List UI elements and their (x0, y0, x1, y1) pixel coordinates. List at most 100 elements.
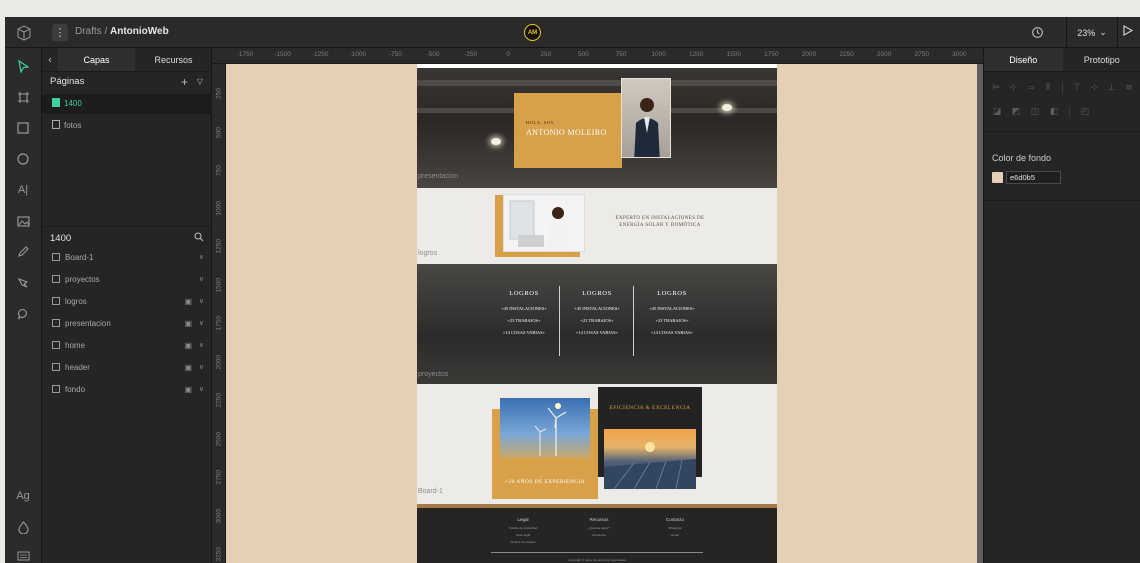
layer-header[interactable]: header ▣ ∨ (42, 357, 212, 379)
move-icon[interactable] (13, 56, 33, 76)
worker-photo[interactable] (503, 194, 585, 252)
text-icon[interactable]: A| (13, 180, 33, 200)
frame-label-board-1[interactable]: Board-1 (418, 488, 443, 495)
color-icon[interactable] (13, 517, 33, 537)
ellipse-icon[interactable] (13, 149, 33, 169)
chevron-down-icon[interactable]: ∨ (199, 357, 204, 379)
chevron-down-icon[interactable]: ∨ (199, 379, 204, 401)
align-top-icon[interactable]: ⊤ (1071, 81, 1083, 95)
cube-logo-icon[interactable] (5, 17, 42, 48)
align-bottom-icon[interactable]: ⊥ (1105, 81, 1117, 95)
align-hcenter-icon[interactable]: ⊹ (1007, 81, 1019, 95)
align-right-icon[interactable]: ⫤ (1025, 81, 1037, 95)
stats-section[interactable]: LOGROS +45 INSTALACIONES+ +23 TRABAJOS+ … (417, 264, 777, 384)
plus-icon[interactable]: + (181, 72, 188, 92)
lock-icon[interactable]: ▣ (184, 335, 192, 357)
tab-recursos[interactable]: Recursos (135, 48, 212, 71)
tab-prototipo[interactable]: Prototipo (1063, 48, 1140, 71)
avatar[interactable]: AM (524, 24, 541, 41)
layer-label: home (65, 341, 86, 350)
header-section[interactable]: HOLA, SOY ANTONIO MOLEIRO (417, 68, 777, 188)
chevron-down-icon[interactable]: ∨ (199, 291, 204, 313)
ruler-tick: 1000 (651, 51, 666, 58)
layer-proyectos[interactable]: proyectos ∨ (42, 269, 212, 291)
bg-color-input[interactable]: e6d0b5 (1006, 171, 1061, 184)
layer-fondo[interactable]: fondo ▣ ∨ (42, 379, 212, 401)
layer-home[interactable]: home ▣ ∨ (42, 335, 212, 357)
union-icon[interactable]: ◪ (990, 105, 1004, 119)
stat-row: +23 TRABAJOS+ (655, 318, 689, 323)
ruler-tick: 2250 (839, 51, 854, 58)
footer-link[interactable]: Aviso legal (498, 533, 548, 537)
ruler-tick: 1250 (688, 51, 704, 58)
frame-label-logros[interactable]: logros (418, 250, 437, 257)
ruler-tick: 2750 (914, 51, 930, 58)
layer-board-1[interactable]: Board-1 ∨ (42, 247, 212, 269)
keyboard-icon[interactable] (13, 546, 33, 563)
page-item-1400[interactable]: 1400 (42, 94, 212, 114)
image-icon[interactable] (13, 211, 33, 231)
lock-icon[interactable]: ▣ (184, 291, 192, 313)
layer-logros[interactable]: logros ▣ ∨ (42, 291, 212, 313)
stat-row: +14 COSAS VARIAS+ (575, 330, 619, 335)
portrait-photo[interactable] (621, 78, 671, 158)
path-icon[interactable] (13, 273, 33, 293)
page-item-fotos[interactable]: fotos (42, 116, 212, 136)
chevron-down-icon[interactable]: ▽ (197, 72, 203, 92)
solar-panels-photo[interactable] (604, 429, 696, 489)
play-icon[interactable] (1123, 24, 1134, 39)
footer-section[interactable]: Legal Política de privacidad Aviso legal… (417, 504, 777, 563)
design-board[interactable]: HOLA, SOY ANTONIO MOLEIRO presentacion E… (417, 64, 777, 563)
solar-panel-figure (604, 442, 696, 489)
menu-icon[interactable]: ⋮ (52, 24, 68, 41)
tab-capas[interactable]: Capas (58, 48, 135, 71)
stat-row: +45 INSTALACIONES+ (574, 306, 620, 311)
back-icon[interactable]: ‹ (42, 48, 58, 71)
difference-icon[interactable]: ◩ (1009, 105, 1023, 119)
bg-color-swatch[interactable] (992, 172, 1003, 183)
chevron-down-icon[interactable]: ∨ (199, 247, 204, 269)
history-icon[interactable] (1029, 24, 1046, 41)
footer-link[interactable]: Política de cookies (498, 540, 548, 544)
lock-icon[interactable]: ▣ (184, 313, 192, 335)
zoom-dropdown[interactable]: 23% ⌄ (1066, 17, 1118, 48)
stat-row: +45 INSTALACIONES+ (649, 306, 695, 311)
align-vcenter-icon[interactable]: ⊹ (1088, 81, 1100, 95)
flatten-icon[interactable]: ◰ (1078, 105, 1092, 119)
ruler-tick: 1750 (764, 51, 779, 58)
canvas[interactable]: HOLA, SOY ANTONIO MOLEIRO presentacion E… (226, 64, 983, 563)
intersection-icon[interactable]: ◫ (1028, 105, 1042, 119)
lock-icon[interactable]: ▣ (184, 379, 192, 401)
footer-link[interactable]: WhatsApp (650, 526, 700, 530)
wind-turbines-photo[interactable] (500, 398, 590, 458)
board-icon[interactable] (13, 87, 33, 107)
distribute-v-icon[interactable]: ≡ (1123, 81, 1135, 95)
rect-icon[interactable] (13, 118, 33, 138)
chevron-down-icon[interactable]: ∨ (199, 269, 204, 291)
footer-link[interactable]: Política de privacidad (498, 526, 548, 530)
layer-presentacion[interactable]: presentacion ▣ ∨ (42, 313, 212, 335)
efficiency-text: EFICIENCIA & EXCELENCIA (609, 405, 691, 411)
distribute-h-icon[interactable]: ⦀ (1042, 81, 1054, 95)
footer-link[interactable]: ¿Quieres saber? (574, 526, 624, 530)
chevron-down-icon[interactable]: ∨ (199, 313, 204, 335)
logros-section[interactable]: EXPERTO EN INSTALACIONES DE ENERGÍA SOLA… (417, 188, 777, 264)
footer-link[interactable]: Asistencia (574, 533, 624, 537)
board1-section[interactable]: +20 AÑOS DE EXPERIENCIA EFICIENCIA & EXC… (417, 384, 777, 504)
pencil-icon[interactable] (13, 242, 33, 262)
comment-icon[interactable] (13, 304, 33, 324)
lock-icon[interactable]: ▣ (184, 357, 192, 379)
breadcrumb-parent[interactable]: Drafts (75, 26, 102, 37)
pages-title: Páginas (50, 76, 85, 87)
tab-diseno[interactable]: Diseño (984, 48, 1063, 71)
breadcrumb-current[interactable]: AntonioWeb (110, 26, 169, 37)
header-name-card[interactable]: HOLA, SOY ANTONIO MOLEIRO (514, 93, 622, 168)
footer-link[interactable]: Email (650, 533, 700, 537)
chevron-down-icon[interactable]: ∨ (199, 335, 204, 357)
align-left-icon[interactable]: ⊨ (990, 81, 1002, 95)
frame-label-presentacion[interactable]: presentacion (418, 173, 458, 180)
ruler-tick: 1500 (726, 51, 742, 58)
exclude-icon[interactable]: ◧ (1047, 105, 1061, 119)
font-icon[interactable]: Ag (13, 486, 33, 506)
frame-label-proyectos[interactable]: proyectos (418, 371, 448, 378)
